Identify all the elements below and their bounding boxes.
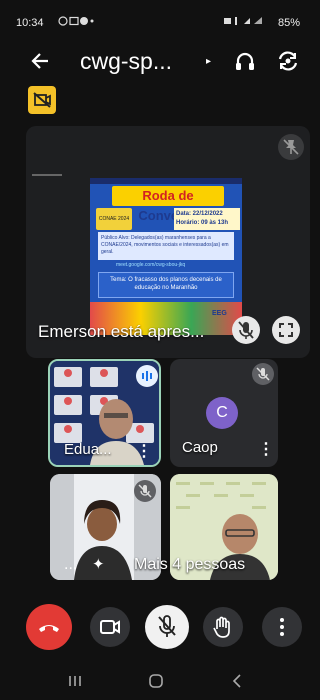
- video-off-badge[interactable]: [28, 86, 56, 114]
- presentation-tile[interactable]: Roda de Conversa CONAE 2024 Data: 22/12/…: [26, 126, 310, 358]
- hand-icon: [213, 616, 230, 638]
- slide-time: Horário: 09 às 13h: [176, 220, 229, 226]
- mic-off-icon: [138, 484, 152, 498]
- mic-off-badge: [134, 480, 156, 502]
- camera-toggle-button[interactable]: [90, 607, 130, 647]
- mic-off-icon: [256, 367, 270, 381]
- meeting-title[interactable]: cwg-sp...: [80, 48, 172, 75]
- participant-name: Edua...: [64, 441, 112, 458]
- fullscreen-button[interactable]: [272, 316, 300, 344]
- headphones-icon: [236, 52, 254, 70]
- raise-hand-button[interactable]: [203, 607, 243, 647]
- slide-date: Data: 22/12/2022: [176, 211, 223, 217]
- arrow-left-icon: [31, 53, 48, 69]
- slide-theme: Tema: O fracasso dos planos decenais de …: [98, 272, 234, 298]
- participant-tile[interactable]: C Caop ⋮: [170, 359, 278, 467]
- avatar: C: [206, 397, 238, 429]
- speaking-indicator: [136, 365, 158, 387]
- more-people-button[interactable]: Mais 4 pessoas: [134, 556, 245, 574]
- slide-logo: CONAE 2024: [96, 208, 132, 230]
- back-button[interactable]: [28, 48, 54, 74]
- back-nav-button[interactable]: [228, 672, 246, 690]
- audio-output-button[interactable]: [232, 48, 258, 74]
- recent-apps-button[interactable]: [66, 672, 84, 690]
- video-camera-icon: [100, 620, 120, 634]
- divider: [32, 174, 62, 176]
- slide-toolbar-strip: [90, 178, 242, 184]
- home-button[interactable]: [147, 672, 165, 690]
- more-options-button[interactable]: [262, 607, 302, 647]
- microphone-toggle-button[interactable]: [145, 605, 189, 649]
- whatsapp-icon: [58, 16, 94, 26]
- chevron-right-icon[interactable]: ▸: [206, 56, 211, 67]
- audio-level-icon: [142, 371, 152, 381]
- chevron-left-icon: [232, 674, 241, 688]
- participant-more-button[interactable]: ⋮: [136, 441, 152, 461]
- system-icons: [224, 16, 272, 29]
- phone-hangup-icon: [39, 625, 59, 632]
- mic-off-icon: [158, 615, 176, 637]
- fullscreen-icon: [279, 323, 293, 337]
- signal-wifi-icon: [224, 17, 262, 25]
- status-bar: 10:34 85%: [0, 0, 312, 38]
- participant-more-button[interactable]: ⋮: [258, 439, 274, 459]
- slide-title-part1: Roda de: [142, 188, 194, 203]
- top-bar: cwg-sp... ▸: [0, 38, 312, 86]
- notification-icons: [58, 16, 98, 29]
- system-nav-bar: [0, 660, 312, 700]
- status-time: 10:34: [16, 17, 44, 29]
- battery-level: 85%: [277, 17, 300, 29]
- effects-icon[interactable]: ✦: [92, 555, 105, 573]
- shared-slide: Roda de Conversa CONAE 2024 Data: 22/12/…: [90, 178, 242, 335]
- camera-switch-icon: [278, 51, 298, 71]
- participant-name: Caop: [182, 439, 218, 456]
- mic-off-badge: [252, 363, 274, 385]
- slide-footer-label: EEG: [212, 310, 227, 317]
- slide-link: meet.google.com/cwg-sbou-jkq: [116, 262, 186, 268]
- presenter-mic-status: [232, 316, 260, 344]
- recents-icon: [69, 676, 81, 686]
- mic-off-icon: [238, 321, 254, 339]
- unpin-button[interactable]: [278, 134, 304, 160]
- no-video-icon: [33, 92, 51, 108]
- participant-tile[interactable]: Edua... ⋮: [48, 359, 161, 467]
- switch-camera-button[interactable]: [275, 48, 301, 74]
- home-icon: [149, 674, 163, 688]
- participant-name: ...: [64, 556, 78, 573]
- more-vertical-icon: [280, 618, 284, 636]
- slide-date-box: Data: 22/12/2022 Horário: 09 às 13h: [174, 208, 240, 230]
- presenter-label: Emerson está apres...: [38, 322, 205, 341]
- slide-title: Roda de Conversa: [112, 186, 224, 223]
- end-call-button[interactable]: [26, 604, 72, 650]
- pin-off-icon: [283, 139, 299, 155]
- slide-body: Público Alvo: Delegados(as) maranhenses …: [98, 232, 234, 260]
